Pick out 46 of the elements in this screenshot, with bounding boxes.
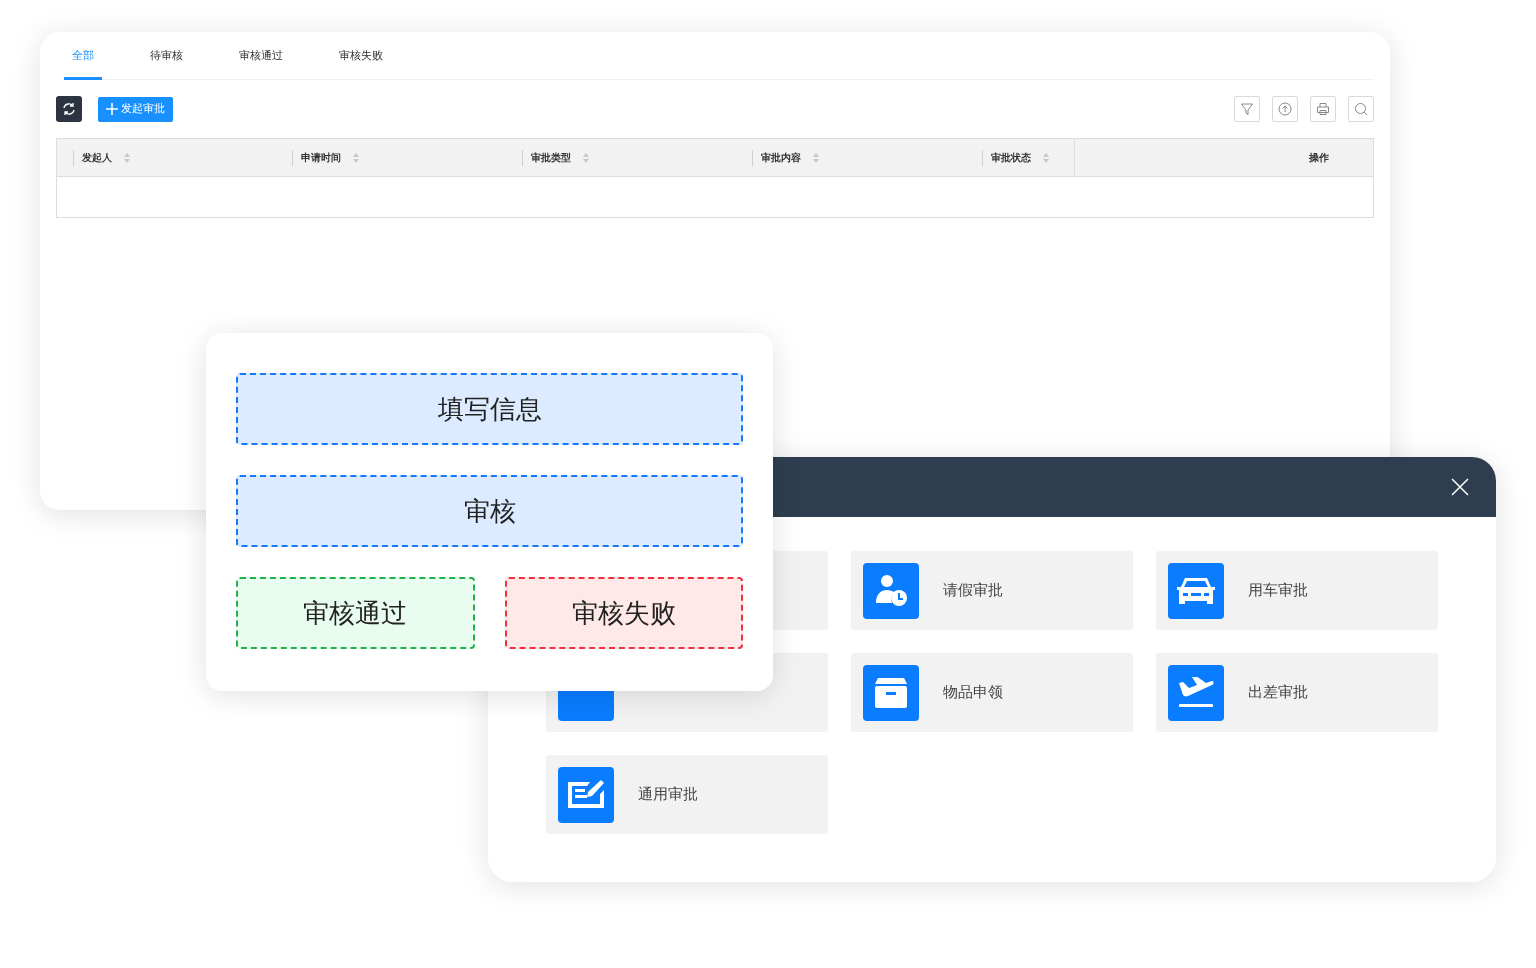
search-icon <box>1354 102 1368 116</box>
tab[interactable]: 审核失败 <box>331 32 391 80</box>
tab[interactable]: 待审核 <box>142 32 191 80</box>
tile-label: 物品申领 <box>943 682 1003 704</box>
sort-icon[interactable] <box>1043 151 1049 164</box>
approval-type-tile[interactable]: 请假审批 <box>851 551 1133 630</box>
sort-icon[interactable] <box>353 151 359 164</box>
column-header: 审批状态 <box>991 151 1031 165</box>
column-header: 发起人 <box>82 151 112 165</box>
refresh-icon <box>62 102 76 116</box>
print-icon <box>1316 102 1330 116</box>
tab[interactable]: 审核通过 <box>231 32 291 80</box>
column-header: 审批内容 <box>761 151 801 165</box>
plane-arrival-icon <box>1178 676 1214 709</box>
column-header: 申请时间 <box>301 151 341 165</box>
filter-icon <box>1240 102 1254 116</box>
approval-type-tile[interactable]: 通用审批 <box>546 755 828 834</box>
sort-icon[interactable] <box>124 151 130 164</box>
search-button[interactable] <box>1348 96 1374 122</box>
plus-icon <box>106 103 118 115</box>
close-button[interactable] <box>1450 477 1470 497</box>
column-header: 操作 <box>1309 151 1329 165</box>
sort-icon[interactable] <box>583 151 589 164</box>
refresh-button[interactable] <box>56 96 82 122</box>
sort-icon[interactable] <box>813 151 819 164</box>
tile-label: 用车审批 <box>1248 580 1308 602</box>
close-icon <box>1451 478 1469 496</box>
flow-step: 审核 <box>236 475 743 547</box>
column-header: 审批类型 <box>531 151 571 165</box>
tile-label: 出差审批 <box>1248 682 1308 704</box>
print-button[interactable] <box>1310 96 1336 122</box>
box-icon <box>875 677 907 708</box>
flow-step: 审核通过 <box>236 577 475 649</box>
approval-type-tile[interactable]: 用车审批 <box>1156 551 1438 630</box>
filter-button[interactable] <box>1234 96 1260 122</box>
approval-type-tile[interactable]: 物品申领 <box>851 653 1133 732</box>
form-edit-icon <box>568 779 604 810</box>
car-icon <box>1177 575 1215 606</box>
approval-type-tile[interactable]: 出差审批 <box>1156 653 1438 732</box>
flow-step: 审核失败 <box>504 577 743 649</box>
tile-label: 请假审批 <box>943 580 1003 602</box>
person-clock-icon <box>873 572 909 609</box>
tile-label: 通用审批 <box>638 784 698 806</box>
upload-button[interactable] <box>1272 96 1298 122</box>
upload-icon <box>1278 102 1292 116</box>
flow-step: 填写信息 <box>236 373 743 445</box>
